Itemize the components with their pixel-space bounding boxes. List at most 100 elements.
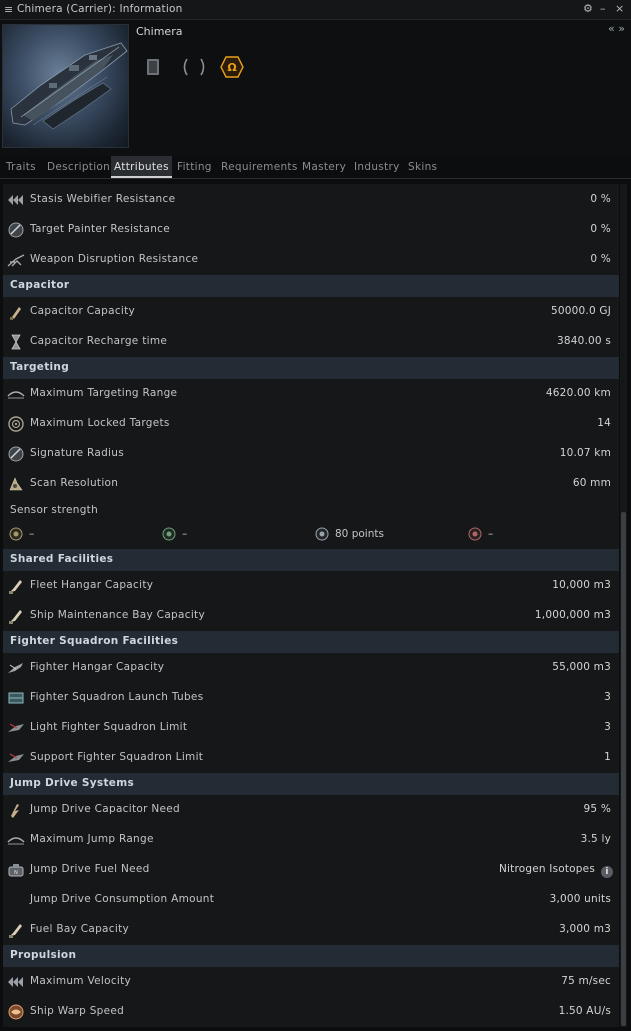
launch-tubes-icon bbox=[8, 692, 24, 704]
attribute-row[interactable]: Jump Drive Consumption Amount 3,000 unit… bbox=[3, 885, 619, 915]
sensor-strength-values: – – 80 points – bbox=[3, 523, 619, 547]
attribute-row[interactable]: Stasis Webifier Resistance 0 % bbox=[3, 185, 619, 215]
light-fighter-icon bbox=[8, 723, 24, 732]
menu-icon[interactable]: ≡ bbox=[4, 3, 13, 16]
section-header-targeting: Targeting bbox=[3, 357, 619, 379]
attribute-value: 75 m/sec bbox=[561, 975, 611, 987]
section-header-capacitor: Capacitor bbox=[3, 275, 619, 297]
attribute-row[interactable]: Maximum Locked Targets 14 bbox=[3, 409, 619, 439]
attribute-row[interactable]: Fighter Hangar Capacity 55,000 m3 bbox=[3, 653, 619, 683]
attribute-label: Maximum Jump Range bbox=[30, 833, 154, 845]
attribute-row[interactable]: Target Painter Resistance 0 % bbox=[3, 215, 619, 245]
attribute-label: Fighter Squadron Launch Tubes bbox=[30, 691, 204, 703]
attribute-row[interactable]: Ship Maintenance Bay Capacity 1,000,000 … bbox=[3, 601, 619, 631]
attribute-list[interactable]: Stasis Webifier Resistance 0 % Target Pa… bbox=[3, 184, 619, 1027]
attribute-row[interactable]: Fuel Bay Capacity 3,000 m3 bbox=[3, 915, 619, 945]
info-icon[interactable]: i bbox=[601, 866, 613, 878]
fuel-bay-icon bbox=[9, 924, 22, 938]
tab-industry[interactable]: Industry bbox=[351, 156, 403, 178]
attribute-value: 3 bbox=[604, 721, 611, 733]
section-header-jump-drive: Jump Drive Systems bbox=[3, 773, 619, 795]
attribute-row[interactable]: Scan Resolution 60 mm bbox=[3, 469, 619, 499]
clipboard-icon[interactable] bbox=[142, 56, 164, 78]
minimize-icon[interactable]: – bbox=[600, 2, 606, 15]
jump-fuel-icon: N bbox=[8, 864, 24, 877]
ship-render[interactable] bbox=[2, 24, 129, 148]
attribute-value: 0 % bbox=[590, 253, 611, 265]
attribute-row[interactable]: N Jump Drive Fuel Need Nitrogen Isotopes… bbox=[3, 855, 619, 885]
attribute-label: Jump Drive Consumption Amount bbox=[30, 893, 215, 905]
settings-icon[interactable]: ⚙ bbox=[583, 2, 593, 15]
attribute-row[interactable]: Weapon Disruption Resistance 0 % bbox=[3, 245, 619, 275]
info-tabs: Traits Description Attributes Fitting Re… bbox=[0, 156, 631, 178]
tab-divider bbox=[0, 178, 631, 179]
close-icon[interactable]: × bbox=[615, 2, 624, 15]
tab-skins[interactable]: Skins bbox=[405, 156, 440, 178]
attribute-row[interactable]: Capacitor Capacity 50000.0 GJ bbox=[3, 297, 619, 327]
attribute-value: 1 bbox=[604, 751, 611, 763]
ship-bracket-icon[interactable] bbox=[181, 56, 205, 78]
hourglass-icon bbox=[11, 334, 21, 350]
section-header-shared-facilities: Shared Facilities bbox=[3, 549, 619, 571]
capacitor-capacity-icon bbox=[10, 307, 21, 320]
scrollbar-thumb[interactable] bbox=[621, 512, 626, 1026]
attribute-row[interactable]: Maximum Jump Range 3.5 ly bbox=[3, 825, 619, 855]
attribute-value: 3,000 units bbox=[549, 893, 611, 905]
attribute-row[interactable]: Capacitor Recharge time 3840.00 s bbox=[3, 327, 619, 357]
attribute-value: 3.5 ly bbox=[580, 833, 611, 845]
radar-sensor-icon bbox=[468, 527, 482, 541]
sensor-value: 80 points bbox=[335, 528, 384, 540]
attribute-row[interactable]: Signature Radius 10.07 km bbox=[3, 439, 619, 469]
attribute-label: Stasis Webifier Resistance bbox=[30, 193, 176, 205]
attribute-row[interactable]: Support Fighter Squadron Limit 1 bbox=[3, 743, 619, 773]
locked-targets-icon bbox=[8, 416, 24, 432]
attribute-value: 55,000 m3 bbox=[552, 661, 611, 673]
attribute-row[interactable]: Fleet Hangar Capacity 10,000 m3 bbox=[3, 571, 619, 601]
attribute-row[interactable]: Maximum Velocity 75 m/sec bbox=[3, 967, 619, 997]
attribute-label: Ship Warp Speed bbox=[30, 1005, 125, 1017]
attribute-label: Target Painter Resistance bbox=[30, 223, 171, 235]
attribute-value: 1,000,000 m3 bbox=[534, 609, 611, 621]
fleet-hangar-icon bbox=[9, 580, 22, 594]
attribute-value: 10,000 m3 bbox=[552, 579, 611, 591]
attribute-label: Maximum Locked Targets bbox=[30, 417, 170, 429]
fuel-type-link[interactable]: Nitrogen Isotopes i bbox=[499, 863, 613, 878]
sensor-value: – bbox=[182, 528, 188, 540]
attribute-value: 1.50 AU/s bbox=[558, 1005, 611, 1017]
svg-text:Ω: Ω bbox=[227, 61, 237, 74]
attribute-row[interactable]: Light Fighter Squadron Limit 3 bbox=[3, 713, 619, 743]
attribute-row[interactable]: Maximum Targeting Range 4620.00 km bbox=[3, 379, 619, 409]
sensor-value: – bbox=[488, 528, 494, 540]
ship-maintenance-bay-icon bbox=[9, 610, 22, 624]
tab-fitting[interactable]: Fitting bbox=[174, 156, 215, 178]
omega-icon[interactable]: Ω bbox=[220, 56, 244, 78]
attribute-label: Fighter Hangar Capacity bbox=[30, 661, 165, 673]
tab-attributes[interactable]: Attributes bbox=[111, 156, 172, 178]
attribute-label: Maximum Targeting Range bbox=[30, 387, 178, 399]
info-header: Chimera « » Ω bbox=[0, 20, 631, 156]
tab-description[interactable]: Description bbox=[44, 156, 113, 178]
sensor-strength-row: Sensor strength bbox=[3, 499, 619, 523]
section-title: Targeting bbox=[10, 361, 70, 373]
attribute-value[interactable]: Nitrogen Isotopes bbox=[499, 863, 595, 875]
attribute-row[interactable]: Fighter Squadron Launch Tubes 3 bbox=[3, 683, 619, 713]
attribute-value: 3840.00 s bbox=[556, 335, 611, 347]
ship-name: Chimera bbox=[136, 25, 183, 38]
tab-traits[interactable]: Traits bbox=[3, 156, 39, 178]
tab-mastery[interactable]: Mastery bbox=[299, 156, 349, 178]
collapse-icon[interactable]: « » bbox=[608, 22, 625, 35]
fighter-hangar-icon bbox=[8, 663, 23, 673]
sensor-strength-label: Sensor strength bbox=[10, 504, 99, 516]
attribute-label: Weapon Disruption Resistance bbox=[30, 253, 199, 265]
warp-speed-icon bbox=[8, 1004, 24, 1020]
sensor-value: – bbox=[29, 528, 35, 540]
attribute-row[interactable]: Ship Warp Speed 1.50 AU/s bbox=[3, 997, 619, 1027]
title-bar: ≡ Chimera (Carrier): Information ⚙ – × bbox=[0, 0, 631, 20]
attribute-label: Capacitor Capacity bbox=[30, 305, 136, 317]
attribute-value: 0 % bbox=[590, 193, 611, 205]
attribute-label: Fuel Bay Capacity bbox=[30, 923, 130, 935]
tab-requirements[interactable]: Requirements bbox=[218, 156, 301, 178]
attribute-label: Fleet Hangar Capacity bbox=[30, 579, 154, 591]
velocity-icon bbox=[8, 977, 23, 987]
attribute-row[interactable]: Jump Drive Capacitor Need 95 % bbox=[3, 795, 619, 825]
